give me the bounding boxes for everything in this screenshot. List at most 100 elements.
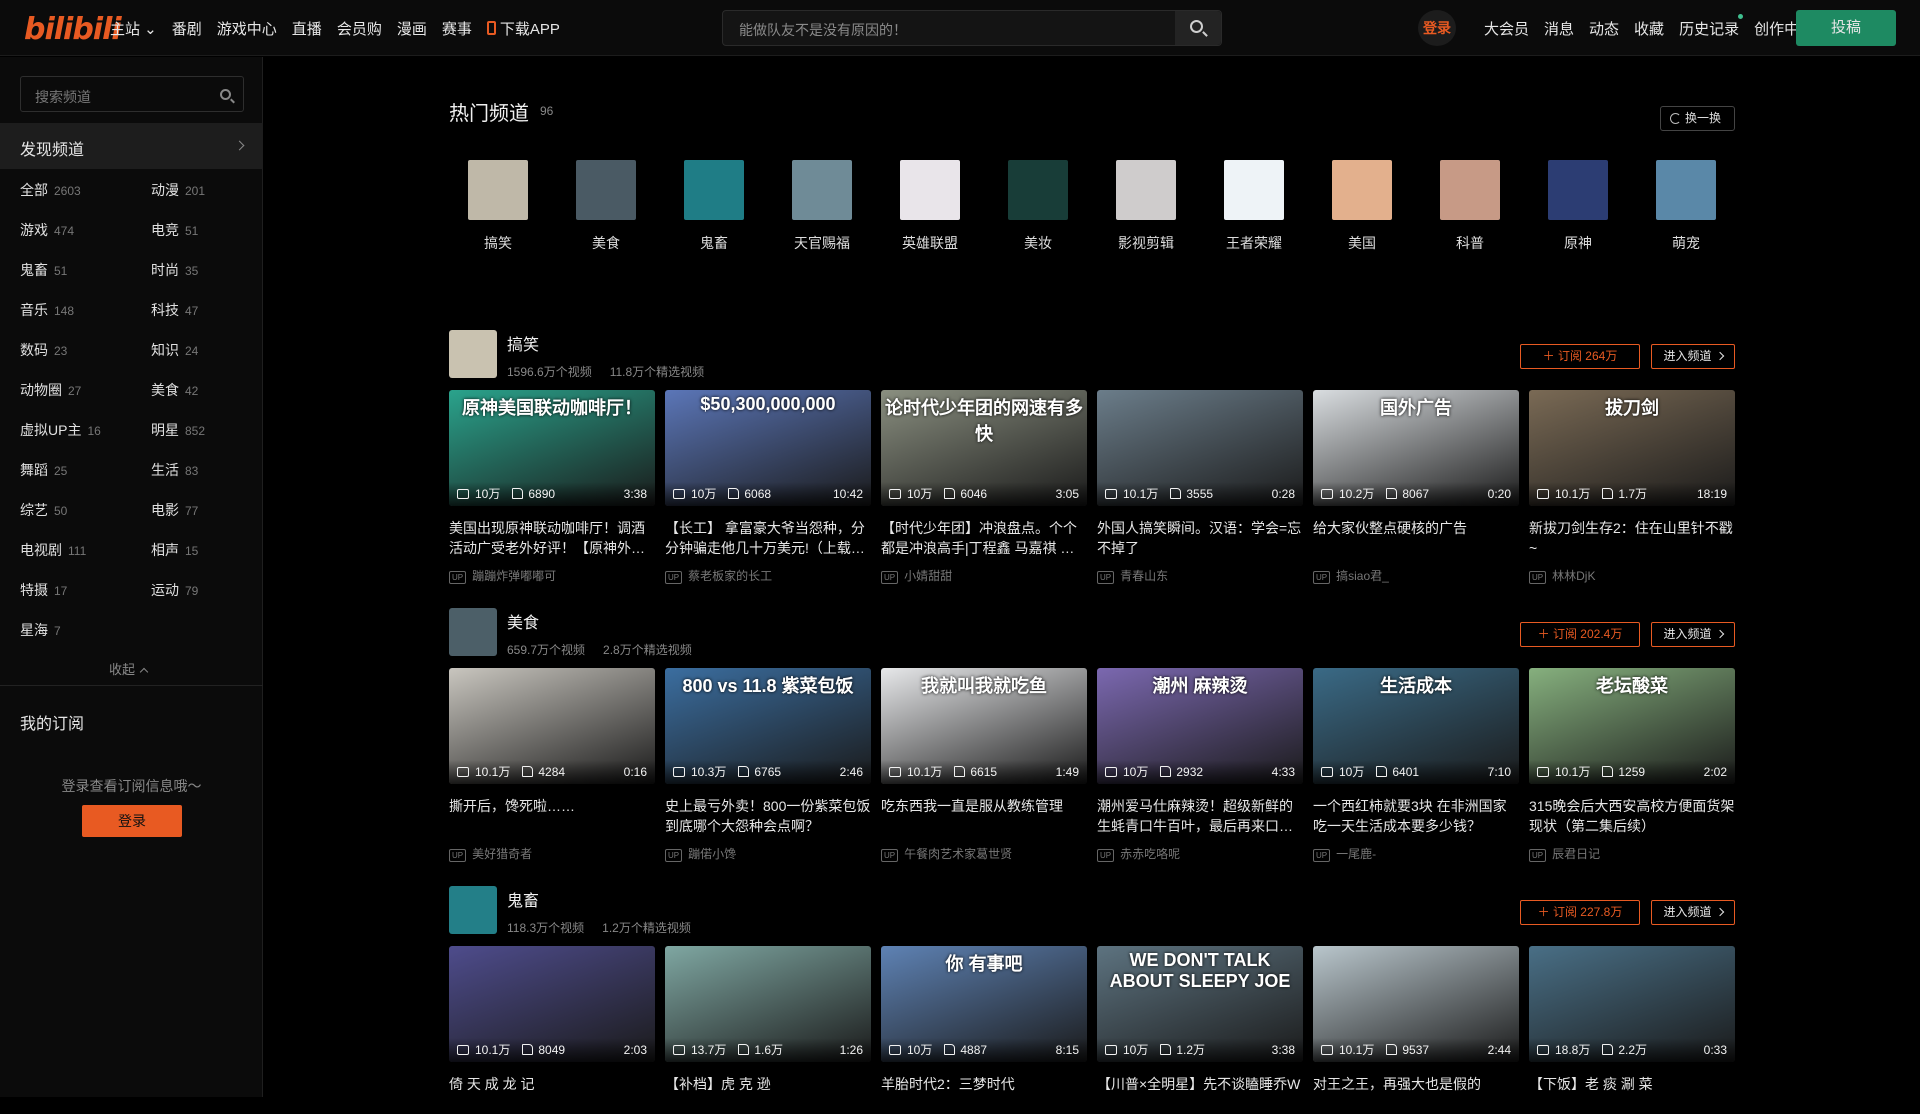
video-card[interactable]: 你 有事吧 10万 4887 8:15 羊胎时代2：三梦时代	[881, 946, 1087, 1114]
enter-channel-button[interactable]: 进入频道	[1651, 622, 1735, 647]
channel-avatar[interactable]	[449, 886, 497, 934]
video-thumbnail[interactable]: 10.1万 8049 2:03	[449, 946, 655, 1062]
video-card[interactable]: 13.7万 1.6万 1:26 【补档】虎 克 逊	[665, 946, 871, 1114]
category-item[interactable]: 知识 24	[151, 340, 198, 360]
hot-channel-item[interactable]: 搞笑	[444, 160, 552, 253]
video-title[interactable]: 潮州爱马仕麻辣烫！超级新鲜的生蚝青口牛百叶，最后再来口…	[1097, 796, 1303, 836]
category-item[interactable]: 数码 23	[20, 340, 67, 360]
video-thumbnail[interactable]: 拔刀剑 10.1万 1.7万 18:19	[1529, 390, 1735, 506]
hot-channel-item[interactable]: 原神	[1524, 160, 1632, 253]
uploader[interactable]: UP 搞siao君_	[1313, 567, 1519, 584]
nav-favorites[interactable]: 收藏	[1634, 18, 1664, 39]
channel-title[interactable]: 搞笑	[507, 331, 539, 355]
channel-avatar[interactable]	[449, 330, 497, 378]
video-title[interactable]: 美国出现原神联动咖啡厅！调酒活动广受老外好评！【原神外…	[449, 518, 655, 558]
video-card[interactable]: 10.1万 3555 0:28 外国人搞笑瞬间。汉语：学会=忘不掉了 UP 青春山东	[1097, 390, 1303, 584]
category-item[interactable]: 相声 15	[151, 540, 198, 560]
nav-mall[interactable]: 会员购	[337, 18, 382, 39]
category-item[interactable]: 电竞 51	[151, 220, 198, 240]
hot-channel-item[interactable]: 王者荣耀	[1200, 160, 1308, 253]
video-title[interactable]: 吃东西我一直是服从教练管理	[881, 796, 1087, 836]
video-thumbnail[interactable]: 10.1万 9537 2:44	[1313, 946, 1519, 1062]
video-title[interactable]: 【时代少年团】冲浪盘点。个个都是冲浪高手|丁程鑫 马嘉祺 …	[881, 518, 1087, 558]
video-title[interactable]: 【下饭】老 痰 涮 菜	[1529, 1074, 1735, 1114]
uploader[interactable]: UP 辰君日记	[1529, 845, 1735, 862]
uploader[interactable]: UP 林林DjK	[1529, 567, 1735, 584]
video-thumbnail[interactable]: $50,300,000,000 10万 6068 10:42	[665, 390, 871, 506]
video-card[interactable]: 老坛酸菜 10.1万 1259 2:02 315晚会后大西安高校方便面货架现状（第二集后…	[1529, 668, 1735, 862]
category-item[interactable]: 生活 83	[151, 460, 198, 480]
uploader[interactable]: UP 蹦偌小馋	[665, 845, 871, 862]
category-item[interactable]: 鬼畜 51	[20, 260, 67, 280]
search-bar[interactable]: 能做队友不是没有原因的！	[722, 10, 1222, 46]
sidebar-login-button[interactable]: 登录	[82, 805, 182, 837]
video-title[interactable]: 新拔刀剑生存2：住在山里针不戳~	[1529, 518, 1735, 558]
hot-channel-item[interactable]: 美国	[1308, 160, 1416, 253]
video-card[interactable]: $50,300,000,000 10万 6068 10:42 【长工】 拿富豪大爷当怨种…	[665, 390, 871, 584]
video-card[interactable]: 潮州 麻辣烫 10万 2932 4:33 潮州爱马仕麻辣烫！超级新鲜的生蚝青口牛百叶，最…	[1097, 668, 1303, 862]
enter-channel-button[interactable]: 进入频道	[1651, 344, 1735, 369]
hot-channel-item[interactable]: 影视剪辑	[1092, 160, 1200, 253]
uploader[interactable]: UP 美好猎奇者	[449, 845, 655, 862]
category-item[interactable]: 明星 852	[151, 420, 205, 440]
channel-avatar[interactable]	[449, 608, 497, 656]
nav-messages[interactable]: 消息	[1544, 18, 1574, 39]
video-card[interactable]: 拔刀剑 10.1万 1.7万 18:19 新拔刀剑生存2：住在山里针不戳~ UP 林林DjK	[1529, 390, 1735, 584]
video-card[interactable]: 论时代少年团的网速有多快 10万 6046 3:05 【时代少年团】冲浪盘点。个个都是冲…	[881, 390, 1087, 584]
hot-channel-item[interactable]: 科普	[1416, 160, 1524, 253]
nav-dynamics[interactable]: 动态	[1589, 18, 1619, 39]
category-item[interactable]: 运动 79	[151, 580, 198, 600]
nav-bangumi[interactable]: 番剧	[172, 18, 202, 39]
video-title[interactable]: 史上最亏外卖！800一份紫菜包饭到底哪个大怨种会点啊？	[665, 796, 871, 836]
video-thumbnail[interactable]: 我就叫我就吃鱼 10.1万 6615 1:49	[881, 668, 1087, 784]
uploader[interactable]: UP 一尾鹿-	[1313, 845, 1519, 862]
subscribe-button[interactable]: ＋ 订阅 264万	[1520, 344, 1640, 369]
uploader[interactable]: UP 蹦蹦炸弹嘟嘟可	[449, 567, 655, 584]
video-thumbnail[interactable]: 生活成本 10万 6401 7:10	[1313, 668, 1519, 784]
video-card[interactable]: 原神美国联动咖啡厅！ 10万 6890 3:38 美国出现原神联动咖啡厅！调酒活动广受老…	[449, 390, 655, 584]
video-title[interactable]: 对王之王，再强大也是假的	[1313, 1074, 1519, 1114]
video-thumbnail[interactable]: 13.7万 1.6万 1:26	[665, 946, 871, 1062]
nav-manga[interactable]: 漫画	[397, 18, 427, 39]
search-input[interactable]: 能做队友不是没有原因的！	[739, 20, 907, 40]
video-card[interactable]: 10.1万 4284 0:16 撕开后，馋死啦…… UP 美好猎奇者	[449, 668, 655, 862]
uploader[interactable]: UP 午餐肉艺术家葛世贤	[881, 845, 1087, 862]
uploader[interactable]: UP 蔡老板家的长工	[665, 567, 871, 584]
video-thumbnail[interactable]: 原神美国联动咖啡厅！ 10万 6890 3:38	[449, 390, 655, 506]
video-title[interactable]: 撕开后，馋死啦……	[449, 796, 655, 836]
video-card[interactable]: 800 vs 11.8 紫菜包饭 10.3万 6765 2:46 史上最亏外卖！800一…	[665, 668, 871, 862]
nav-download-app[interactable]: 下载APP	[486, 18, 560, 39]
video-thumbnail[interactable]: 潮州 麻辣烫 10万 2932 4:33	[1097, 668, 1303, 784]
category-item[interactable]: 综艺 50	[20, 500, 67, 520]
video-thumbnail[interactable]: 你 有事吧 10万 4887 8:15	[881, 946, 1087, 1062]
category-item[interactable]: 全部 2603	[20, 180, 81, 200]
search-button[interactable]	[1175, 11, 1221, 45]
video-title[interactable]: 一个西红柿就要3块 在非洲国家吃一天生活成本要多少钱？	[1313, 796, 1519, 836]
nav-vip[interactable]: 大会员	[1484, 18, 1529, 39]
upload-button[interactable]: 投稿	[1796, 10, 1896, 46]
video-thumbnail[interactable]: WE DON'T TALK ABOUT SLEEPY JOE 10万 1.2万 3:3…	[1097, 946, 1303, 1062]
video-title[interactable]: 【长工】 拿富豪大爷当怨种，分分钟骗走他几十万美元!（上载…	[665, 518, 871, 558]
nav-history[interactable]: 历史记录	[1679, 13, 1744, 39]
category-item[interactable]: 科技 47	[151, 300, 198, 320]
video-card[interactable]: 18.8万 2.2万 0:33 【下饭】老 痰 涮 菜	[1529, 946, 1735, 1114]
nav-game-center[interactable]: 游戏中心	[217, 18, 277, 39]
discover-channels[interactable]: 发现频道	[0, 123, 263, 169]
category-item[interactable]: 美食 42	[151, 380, 198, 400]
hot-channel-item[interactable]: 鬼畜	[660, 160, 768, 253]
subscribe-button[interactable]: ＋ 订阅 202.4万	[1520, 622, 1640, 647]
video-thumbnail[interactable]: 国外广告 10.2万 8067 0:20	[1313, 390, 1519, 506]
search-icon[interactable]	[220, 89, 231, 100]
channel-search[interactable]: 搜索频道	[20, 76, 244, 112]
video-card[interactable]: 10.1万 8049 2:03 倚 天 成 龙 记	[449, 946, 655, 1114]
video-title[interactable]: 【川普×全明星】先不谈瞌睡乔W	[1097, 1074, 1303, 1114]
hot-channel-item[interactable]: 萌宠	[1632, 160, 1740, 253]
hot-channel-item[interactable]: 美妆	[984, 160, 1092, 253]
enter-channel-button[interactable]: 进入频道	[1651, 900, 1735, 925]
hot-channel-item[interactable]: 天官赐福	[768, 160, 876, 253]
video-thumbnail[interactable]: 论时代少年团的网速有多快 10万 6046 3:05	[881, 390, 1087, 506]
video-thumbnail[interactable]: 10.1万 3555 0:28	[1097, 390, 1303, 506]
nav-main-site[interactable]: 主站 ⌄	[110, 18, 157, 39]
video-title[interactable]: 【补档】虎 克 逊	[665, 1074, 871, 1114]
video-title[interactable]: 倚 天 成 龙 记	[449, 1074, 655, 1114]
